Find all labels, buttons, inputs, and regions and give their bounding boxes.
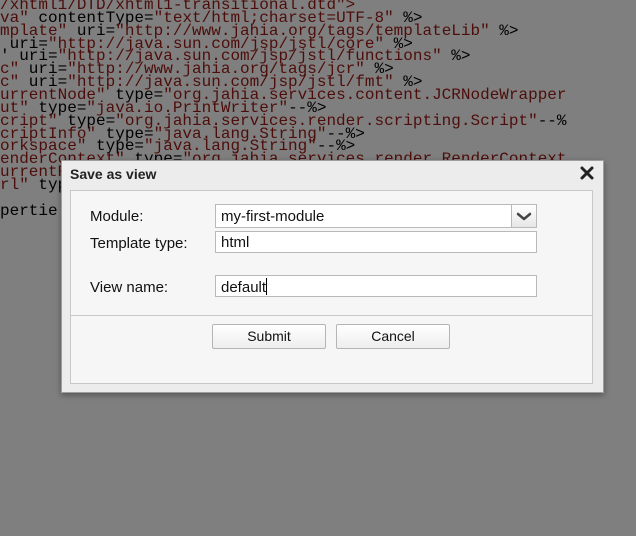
template-type-input[interactable]: html (215, 231, 537, 253)
close-icon[interactable] (579, 165, 595, 181)
view-name-input[interactable]: default (215, 275, 537, 297)
template-type-label: Template type: (90, 235, 188, 252)
view-name-value: default (221, 279, 267, 296)
text-cursor (266, 278, 268, 295)
module-label: Module: (90, 208, 144, 225)
form-panel: Module: my-first-module Template type: h… (71, 191, 592, 316)
module-select-value: my-first-module (221, 208, 325, 225)
view-name-label: View name: (90, 279, 169, 296)
cancel-button[interactable]: Cancel (336, 324, 450, 349)
chevron-down-icon[interactable] (511, 204, 537, 228)
dialog-title: Save as view (70, 166, 157, 182)
submit-button[interactable]: Submit (212, 324, 326, 349)
dialog-body: Module: my-first-module Template type: h… (70, 190, 593, 384)
save-as-view-dialog: Save as view Module: my-first-module Tem… (61, 160, 604, 393)
module-select[interactable]: my-first-module (215, 204, 537, 228)
dialog-header[interactable]: Save as view (62, 161, 603, 187)
